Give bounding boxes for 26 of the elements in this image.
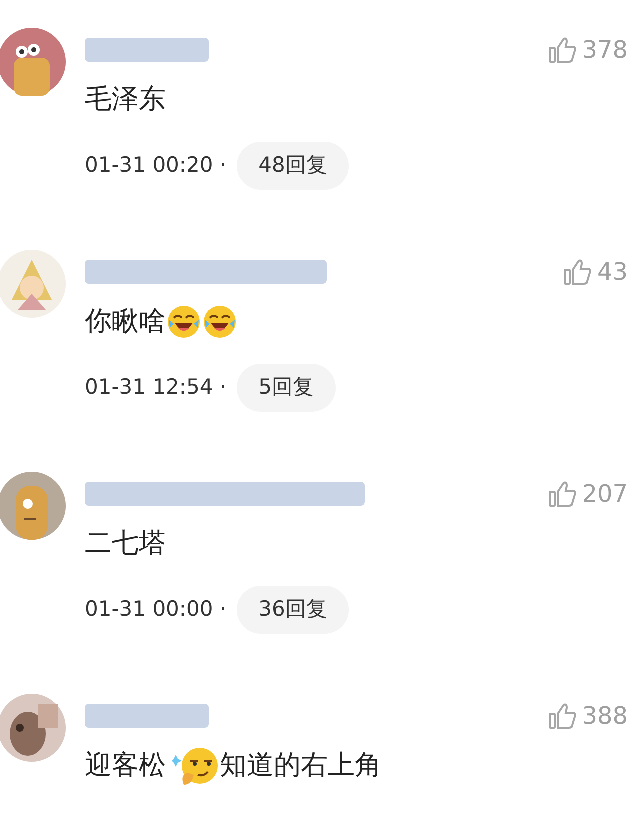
timestamp: 01-31 00:00 · [85,596,227,624]
thumbs-up-icon [548,701,578,731]
thumbs-up-icon [563,257,594,287]
like-count: 207 [582,479,628,510]
comment-text: 知道的右上角 [220,748,382,783]
avatar[interactable] [0,472,66,540]
like-count: 378 [582,35,628,66]
thinking-emoji-icon [172,745,220,787]
laughing-crying-emoji-icon [202,304,238,340]
thumbs-up-icon [548,35,578,65]
like-count: 388 [582,701,628,732]
replies-button[interactable]: 5回复 [236,364,336,412]
avatar[interactable] [0,250,66,318]
thumbs-up-icon [548,479,578,509]
replies-button[interactable]: 36回复 [236,586,350,634]
like-count: 43 [597,257,628,288]
timestamp: 01-31 00:20 · [85,152,227,180]
comment-text: 你瞅啥 [85,304,166,339]
timestamp: 01-31 12:54 · [85,374,227,402]
avatar[interactable] [0,694,66,762]
comment-text: 迎客松 [85,748,166,783]
replies-button[interactable]: 48回复 [236,142,350,190]
comment-text: 毛泽东 [85,82,166,117]
laughing-crying-emoji-icon [166,304,202,340]
avatar[interactable] [0,28,66,96]
comment-text: 二七塔 [85,526,166,561]
